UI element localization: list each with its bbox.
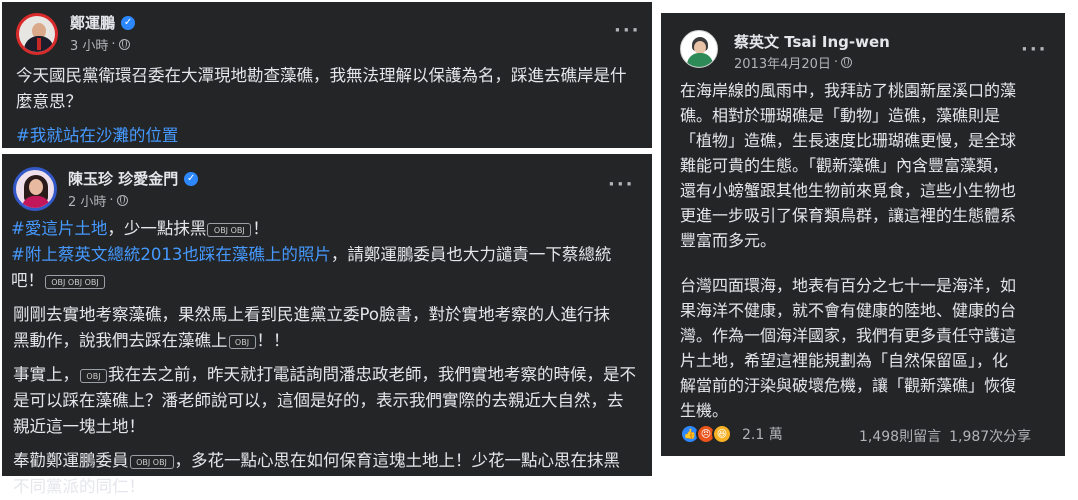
post-timestamp[interactable]: 3 小時 [70,35,108,54]
hashtag-link[interactable]: #附上蔡英文總統2013也踩在藻礁上的照片 [11,245,331,264]
emoji-placeholder: OBJ [80,368,107,383]
avatar[interactable] [13,167,57,211]
avatar[interactable] [680,30,718,68]
hashtag-link[interactable]: #愛這片土地 [11,219,107,238]
post-timestamp[interactable]: 2 小時 [68,191,106,210]
post-card-tsai: 蔡英文 Tsai Ing-wen 2013年4月20日 · ··· 在海岸線的風… [661,13,1065,456]
reactions-count: 2.1 萬 [742,427,783,443]
post-timestamp[interactable]: 2013年4月20日 [734,53,831,72]
reactions-summary[interactable]: 👍 😠 😆 2.1 萬 [680,424,783,444]
verified-badge-icon: ✓ [184,171,199,186]
hashtag-link[interactable]: #我就站在沙灘的位置 [16,123,641,149]
post-author[interactable]: 陳玉珍 珍愛金門 ✓ [68,168,199,189]
post-author[interactable]: 蔡英文 Tsai Ing-wen [734,31,890,52]
post-card-chen: 陳玉珍 珍愛金門 ✓ 2 小時 · ··· #愛這片土地，少一點抹黑 OBJ OB… [2,154,652,496]
haha-reaction-icon: 😆 [712,424,732,444]
post-author[interactable]: 鄭運鵬 ✓ [70,12,136,33]
shares-count[interactable]: 1,987次分享 [949,426,1031,446]
avatar[interactable] [16,13,58,55]
more-options-icon[interactable]: ··· [1021,39,1048,60]
globe-icon [118,39,130,50]
post-body: 今天國民黨衛環召委在大潭現地勘查藻礁，我無法理解以保護為名，踩進去礁岸是什 麼意… [16,63,641,149]
post-body: #愛這片土地，少一點抹黑 OBJ OBJ！ #附上蔡英文總統2013也踩在藻礁上的… [11,219,636,496]
more-options-icon[interactable]: ··· [608,174,635,195]
verified-badge-icon: ✓ [121,15,136,30]
emoji-placeholder: OBJ [228,334,256,349]
comments-count[interactable]: 1,498則留言 [859,426,941,446]
post-card-cheng: 鄭運鵬 ✓ 3 小時 · ··· 今天國民黨衛環召委在大潭現地勘查藻礁，我無法理… [2,2,652,148]
emoji-placeholder: OBJ OBJ OBJ [45,274,105,289]
emoji-placeholder: OBJ OBJ [129,454,174,469]
emoji-placeholder: OBJ OBJ [207,222,252,237]
more-options-icon[interactable]: ··· [614,20,641,41]
globe-icon [116,195,128,206]
post-body: 在海岸線的風雨中，我拜訪了桃園新屋溪口的藻 礁。相對於珊瑚礁是「動物」造礁，藻礁… [680,81,1017,420]
globe-icon [841,57,853,68]
